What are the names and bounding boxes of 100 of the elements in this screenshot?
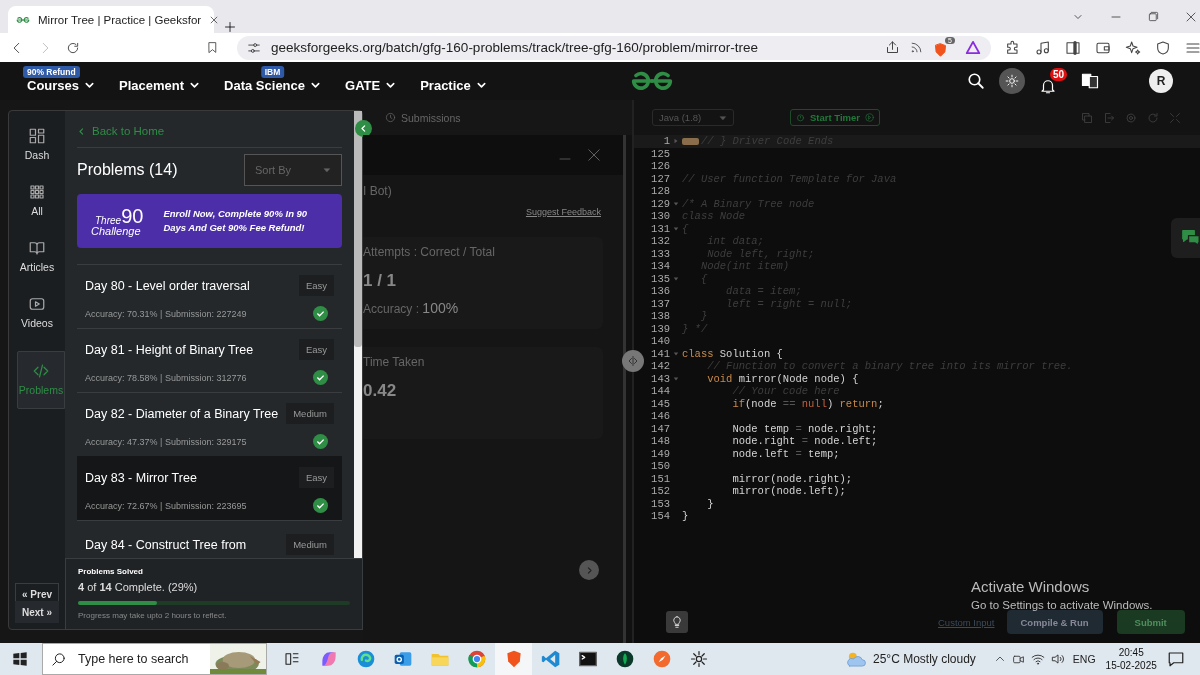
problem-item[interactable]: Day 81 - Height of Binary Tree Easy Accuracy: 78.58% | Submission: 312776 [77, 328, 342, 392]
code-line: mirror(node.left); [731, 485, 846, 498]
browser-icon[interactable] [466, 649, 487, 669]
browser-icon[interactable] [355, 649, 376, 669]
activation-message: Go to Settings to activate Windows. [971, 599, 1153, 611]
nav-badge: IBM [260, 65, 285, 78]
nav-menu-item[interactable]: GATE [345, 69, 397, 93]
nav-menu-item[interactable]: Placement [119, 69, 201, 93]
code-editor-icon[interactable] [540, 649, 561, 669]
promo-text: Enroll Now, Complete 90% In 90 Days And Get 90% Fee Refund! [163, 207, 309, 235]
weather-widget[interactable]: 25°C Mostly cloudy [845, 650, 976, 668]
line-number: 127 [650, 172, 670, 185]
sidebar-item[interactable]: Dash [13, 127, 61, 161]
tab-title: Mirror Tree | Practice | Geeksfor [38, 13, 202, 26]
plus-icon[interactable] [224, 21, 236, 33]
terminal-icon[interactable] [577, 649, 598, 669]
sidebar-item[interactable]: Videos [13, 295, 61, 329]
problem-item[interactable]: Day 80 - Level order traversal Easy Accuracy: 70.31% | Submission: 227249 [77, 264, 342, 328]
notification-icon[interactable] [1166, 650, 1185, 668]
scrollbar[interactable] [354, 111, 362, 558]
triangle-icon[interactable] [965, 40, 981, 55]
share-icon[interactable] [885, 40, 900, 55]
notification-count: 50 [1049, 67, 1067, 81]
fold-arrow-icon[interactable] [673, 225, 679, 232]
folded-code-marker[interactable] [682, 137, 699, 145]
line-number: 147 [650, 422, 670, 435]
sidebar-item[interactable]: Articles [13, 239, 61, 273]
feedback-link[interactable]: Suggest Feedback [525, 207, 601, 217]
next-button[interactable] [579, 560, 599, 580]
compile-run-button[interactable]: Compile & Run [1006, 610, 1103, 634]
rss-icon[interactable] [910, 41, 923, 54]
cloud-icon [845, 650, 867, 668]
sparkle-icon[interactable] [1125, 39, 1141, 56]
fold-arrow-icon[interactable] [673, 350, 679, 357]
split-handle[interactable] [622, 350, 644, 372]
book-icon [28, 239, 46, 257]
music-icon[interactable] [1035, 39, 1051, 56]
card-label: Attempts : Correct / Total [363, 245, 496, 259]
close-icon[interactable] [209, 14, 220, 25]
chat-button[interactable] [1171, 218, 1200, 258]
restore-icon[interactable] [1148, 11, 1159, 22]
fold-arrow-icon[interactable] [673, 275, 679, 282]
fold-arrow-icon[interactable] [673, 200, 679, 207]
speaker-icon[interactable] [1050, 652, 1065, 666]
task-view-icon[interactable] [283, 651, 300, 667]
compass-icon[interactable] [651, 649, 672, 669]
site-logo-icon[interactable] [16, 15, 30, 24]
attempts-value: 1 / 1 [363, 271, 398, 291]
line-number: 139 [650, 322, 670, 335]
mail-icon[interactable] [392, 649, 413, 669]
fold-arrow-icon[interactable] [673, 375, 679, 382]
code-line: } [682, 510, 689, 523]
dashboard-icon [28, 127, 46, 145]
line-number: 130 [650, 210, 670, 223]
translate-icon[interactable] [1081, 72, 1099, 90]
shield-drawing [933, 42, 948, 58]
next-button[interactable]: Next » [15, 601, 59, 623]
wifi-icon[interactable] [1030, 652, 1045, 666]
problem-stats: Accuracy: 78.58% | Submission: 312776 [85, 372, 248, 383]
chevron-left-icon [77, 126, 86, 136]
line-number: 154 [650, 510, 670, 523]
theme-toggle[interactable] [999, 68, 1025, 94]
site-settings-icon[interactable] [247, 40, 261, 55]
bookmark-icon[interactable] [206, 40, 219, 55]
code-line: Node temp = node.right; [731, 422, 878, 435]
sidebar-item[interactable]: Problems [17, 351, 65, 409]
search-icon[interactable] [967, 72, 985, 90]
address-field[interactable]: geeksforgeeks.org/batch/gfg-160-problems/track/tree-gfg-160/problem/mirror-tree [271, 40, 875, 55]
back-link[interactable]: Back to Home [77, 111, 342, 148]
time-value: 0.42 [363, 381, 398, 401]
input-language[interactable]: ENG [1072, 653, 1096, 665]
close-icon[interactable] [587, 148, 601, 162]
close-icon[interactable] [1185, 10, 1197, 23]
windows-icon[interactable] [12, 651, 28, 667]
notifications-button[interactable]: 50 [1039, 67, 1067, 95]
problem-item[interactable]: Day 83 - Mirror Tree Easy Accuracy: 72.67% | Submission: 223695 [77, 456, 342, 520]
user-avatar[interactable]: R [1149, 69, 1173, 93]
line-number: 148 [650, 435, 670, 448]
puzzle-icon[interactable] [1005, 39, 1021, 56]
sidebar-icon[interactable] [1065, 39, 1081, 56]
sidebar-item[interactable]: All [13, 183, 61, 217]
line-number: 146 [650, 410, 670, 423]
search-box[interactable]: Type here to search [42, 643, 267, 675]
hint-button[interactable] [666, 611, 688, 633]
clock[interactable]: 20:45 15-02-2025 [1105, 645, 1157, 673]
problem-title: Day 83 - Mirror Tree [85, 470, 198, 485]
leaf-icon[interactable] [614, 649, 635, 669]
progress-summary: 4 of 14 Complete. (29%) [78, 581, 199, 593]
shield-icon[interactable] [1155, 39, 1171, 56]
reload-icon[interactable] [66, 40, 80, 55]
fold-arrow-icon[interactable] [673, 138, 679, 145]
line-number: 132 [650, 235, 670, 248]
promo-banner[interactable]: Three90 Challenge Enroll Now, Complete 90% In 90 Days And Get 90% Fee Refund! [77, 194, 342, 248]
code-line: } */ [682, 322, 708, 335]
search-field[interactable]: Type here to search [76, 651, 200, 667]
caret-icon [719, 113, 727, 122]
nav-menu-item[interactable]: Practice [420, 69, 487, 93]
start-timer-button[interactable]: Start Timer [790, 109, 880, 126]
line-number: 128 [650, 185, 670, 198]
resize-icon [627, 355, 639, 367]
